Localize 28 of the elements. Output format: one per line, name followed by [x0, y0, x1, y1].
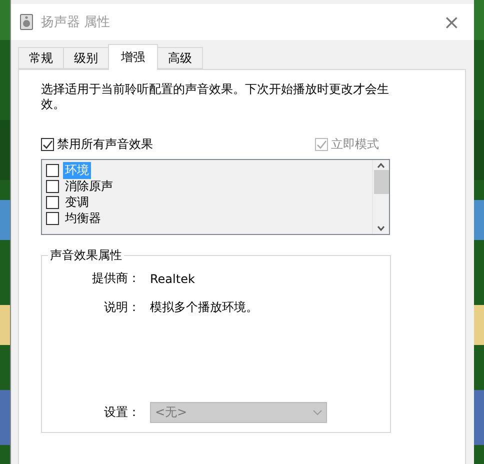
- checkbox[interactable]: [46, 196, 59, 208]
- close-button[interactable]: ×: [439, 10, 464, 34]
- list-item[interactable]: 均衡器: [63, 210, 103, 226]
- checkbox-label: 禁用所有声音效果: [57, 136, 153, 153]
- window-title: 扬声器 属性: [41, 14, 112, 31]
- tab[interactable]: 增强: [108, 44, 158, 70]
- description-text: 选择适用于当前聆听配置的声音效果。下次开始播放时更改才会生效。: [41, 82, 390, 112]
- field-label: 提供商：: [92, 270, 140, 287]
- checkbox[interactable]: [46, 164, 59, 176]
- list-item[interactable]: 变调: [63, 194, 91, 210]
- tab[interactable]: 常规: [18, 47, 64, 69]
- tab[interactable]: 高级: [157, 47, 203, 69]
- field-value: 模拟多个播放环境。: [150, 299, 259, 316]
- field-label: 说明：: [104, 299, 140, 316]
- checkbox[interactable]: [46, 180, 59, 192]
- list-item[interactable]: 消除原声: [63, 178, 115, 194]
- checkbox-label: 立即模式: [331, 136, 379, 153]
- caret-icon: [313, 410, 322, 415]
- field-value: Realtek: [150, 272, 196, 286]
- scroll-up-icon[interactable]: [377, 163, 385, 168]
- checkbox[interactable]: [41, 138, 54, 151]
- field-label: 设置：: [104, 404, 140, 421]
- scrollbar-thumb[interactable]: [374, 170, 388, 194]
- group-title: 声音效果属性: [49, 247, 123, 264]
- scroll-down-icon[interactable]: [377, 226, 385, 231]
- tab[interactable]: 级别: [63, 47, 109, 69]
- checkbox[interactable]: [46, 212, 59, 224]
- speaker-icon: [20, 14, 33, 30]
